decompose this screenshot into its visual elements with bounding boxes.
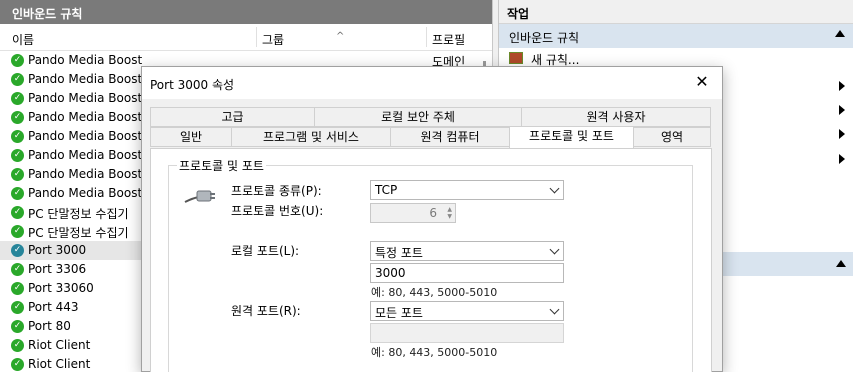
chevron-down-icon [549, 244, 560, 255]
enabled-check-icon: ✓ [11, 301, 24, 314]
rule-name: Pando Media Booster [28, 91, 142, 105]
network-plug-icon [184, 190, 215, 203]
enabled-check-icon: ✓ [11, 206, 24, 219]
rule-name: Riot Client [28, 357, 91, 371]
tab-protocols-ports[interactable]: 프로토콜 및 포트 [509, 126, 634, 148]
tab-advanced[interactable]: 고급 [150, 107, 315, 127]
tab-strip: 고급 로컬 보안 주체 원격 사용자 일반 프로그램 및 서비스 원격 컴퓨터 … [150, 107, 712, 149]
tab-remote-computers[interactable]: 원격 컴퓨터 [390, 127, 510, 147]
section-label: 인바운드 규칙 [509, 31, 580, 45]
tab-general[interactable]: 일반 [150, 127, 232, 147]
rule-name: Pando Media Booster [28, 186, 142, 200]
chevron-down-icon [549, 304, 560, 315]
rule-name: Pando Media Booster [28, 110, 142, 124]
dialog-title: Port 3000 속성 [150, 78, 235, 92]
panel-title: 인바운드 규칙 [0, 0, 492, 24]
rule-name: Pando Media Booster [28, 148, 142, 162]
rule-name: Port 80 [28, 319, 71, 333]
collapse-icon[interactable] [835, 30, 845, 37]
protocol-type-value: TCP [375, 183, 398, 197]
column-group[interactable]: 그룹 [262, 31, 284, 48]
rule-name: Pando Media Booster [28, 72, 142, 86]
enabled-check-icon: ✓ [11, 358, 24, 371]
enabled-check-icon: ✓ [11, 92, 24, 105]
protocols-ports-group: 프로토콜 및 포트 프로토콜 종류(P): TCP 프로토콜 번호(U): 6 … [168, 157, 693, 372]
enabled-check-icon: ✓ [11, 111, 24, 124]
submenu-arrow-icon[interactable] [839, 81, 845, 91]
firewall-window: 인바운드 규칙 이름 그룹 ^ 프로필 ✓ Pando Media Booster… [0, 0, 853, 372]
enabled-check-icon: ✓ [11, 149, 24, 162]
enabled-check-icon: ✓ [11, 168, 24, 181]
column-name[interactable]: 이름 [12, 31, 34, 48]
tab-remote-users[interactable]: 원격 사용자 [521, 107, 711, 127]
rule-name: Pando Media Booster [28, 53, 142, 67]
enabled-check-icon: ✓ [11, 320, 24, 333]
chevron-down-icon [549, 183, 560, 194]
enabled-check-icon: ✓ [11, 73, 24, 86]
rule-name: Port 3306 [28, 262, 87, 276]
rule-name: PC 단말정보 수집기 [28, 207, 129, 221]
enabled-check-icon: ✓ [11, 187, 24, 200]
enabled-check-icon: ✓ [11, 225, 24, 238]
dialog-titlebar[interactable]: Port 3000 속성 ✕ [142, 67, 722, 99]
remote-port-label: 원격 포트(R): [231, 304, 301, 318]
section-inbound-rules[interactable]: 인바운드 규칙 [499, 24, 853, 48]
local-port-combo[interactable]: 특정 포트 [370, 241, 564, 261]
rule-name: PC 단말정보 수집기 [28, 226, 129, 240]
submenu-arrow-icon[interactable] [839, 129, 845, 139]
protocol-type-label: 프로토콜 종류(P): [231, 184, 322, 198]
collapse-icon[interactable] [836, 260, 846, 267]
group-title: 프로토콜 및 포트 [177, 157, 266, 174]
rule-name: Port 33060 [28, 281, 94, 295]
column-header: 이름 그룹 ^ 프로필 [0, 24, 492, 51]
submenu-arrow-icon[interactable] [839, 105, 845, 115]
tab-content: 프로토콜 및 포트 프로토콜 종류(P): TCP 프로토콜 번호(U): 6 … [150, 148, 712, 372]
properties-dialog: Port 3000 속성 ✕ 고급 로컬 보안 주체 원격 사용자 일반 프로그… [141, 66, 723, 372]
enabled-check-icon: ✓ [11, 244, 24, 257]
sort-ascending-icon: ^ [336, 31, 345, 42]
rule-name: Pando Media Booster [28, 129, 142, 143]
new-rule-icon [509, 52, 523, 64]
column-separator[interactable] [256, 27, 257, 47]
remote-port-input[interactable] [370, 323, 564, 343]
rule-name: Port 443 [28, 300, 79, 314]
enabled-check-icon: ✓ [11, 282, 24, 295]
remote-port-combo[interactable]: 모든 포트 [370, 301, 564, 321]
column-separator[interactable] [426, 27, 427, 47]
enabled-check-icon: ✓ [11, 263, 24, 276]
spin-down-icon[interactable]: ▼ [447, 214, 452, 220]
actions-title: 작업 [499, 0, 853, 24]
enabled-check-icon: ✓ [11, 130, 24, 143]
protocol-number-label: 프로토콜 번호(U): [231, 204, 324, 218]
remote-port-hint: 예: 80, 443, 5000-5010 [371, 346, 498, 359]
new-rule-label: 새 규칙... [531, 53, 580, 67]
enabled-check-icon: ✓ [11, 54, 24, 67]
local-port-label: 로컬 포트(L): [231, 244, 300, 258]
column-profile[interactable]: 프로필 [432, 31, 465, 48]
local-port-mode: 특정 포트 [375, 246, 423, 260]
protocol-type-combo[interactable]: TCP [370, 180, 564, 200]
close-button[interactable]: ✕ [682, 67, 722, 99]
remote-port-mode: 모든 포트 [375, 306, 423, 320]
local-port-input[interactable]: 3000 [370, 263, 564, 283]
protocol-number-stepper[interactable]: 6 ▲ ▼ [370, 203, 456, 223]
close-icon: ✕ [695, 72, 709, 91]
submenu-arrow-icon[interactable] [839, 154, 845, 164]
protocol-number-value: 6 [429, 206, 437, 220]
tab-scope[interactable]: 영역 [633, 127, 711, 147]
rule-name: Pando Media Booster [28, 167, 142, 181]
rule-name: Riot Client [28, 338, 91, 352]
enabled-check-icon: ✓ [11, 339, 24, 352]
tab-programs-services[interactable]: 프로그램 및 서비스 [231, 127, 391, 147]
rule-name: Port 3000 [28, 243, 87, 257]
tab-local-principals[interactable]: 로컬 보안 주체 [314, 107, 522, 127]
local-port-hint: 예: 80, 443, 5000-5010 [371, 286, 498, 299]
